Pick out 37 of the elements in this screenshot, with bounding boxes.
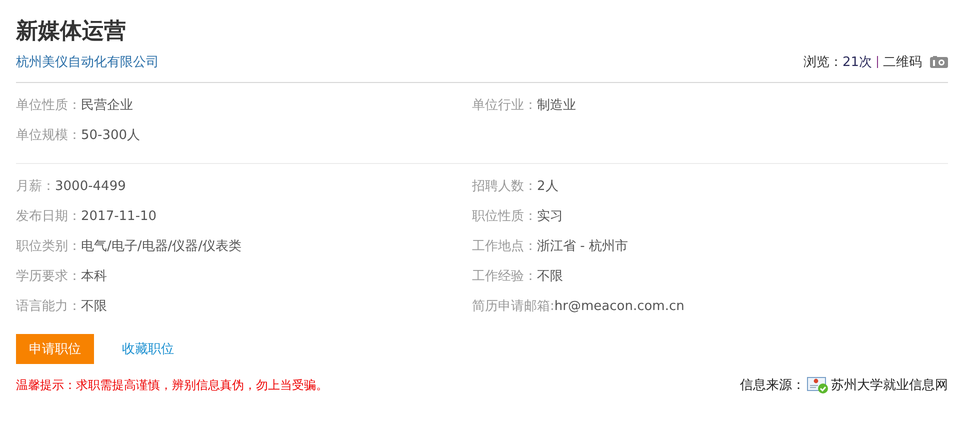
field-label: 单位规模： <box>16 128 81 143</box>
source-name: 苏州大学就业信息网 <box>831 377 948 394</box>
field-value: hr@meacon.com.cn <box>554 299 684 314</box>
field-value: 实习 <box>537 209 563 224</box>
field-label: 单位行业： <box>472 98 537 113</box>
field-label: 职位类别： <box>16 239 81 254</box>
field-label: 月薪： <box>16 179 55 194</box>
views-count: 21次 <box>842 54 872 71</box>
field-value: 不限 <box>81 299 107 314</box>
field-value: 本科 <box>81 269 107 284</box>
field-value: 2017-11-10 <box>81 209 157 224</box>
field-value: 50-300人 <box>81 128 140 143</box>
field-label: 简历申请邮箱: <box>472 299 554 314</box>
field-label: 语言能力： <box>16 299 81 314</box>
field-label: 学历要求： <box>16 269 81 284</box>
save-job-link[interactable]: 收藏职位 <box>122 340 174 358</box>
qr-code-link[interactable]: 二维码 <box>883 53 922 71</box>
field-label: 单位性质： <box>16 98 81 113</box>
field-value: 民营企业 <box>81 98 133 113</box>
field-label: 职位性质： <box>472 209 537 224</box>
company-link[interactable]: 杭州美仪自动化有限公司 <box>16 53 159 71</box>
field-label: 工作地点： <box>472 239 537 254</box>
warning-tip: 温馨提示：求职需提高谨慎，辨别信息真伪，勿上当受骗。 <box>16 376 328 394</box>
camera-icon[interactable] <box>930 56 948 68</box>
field-value: 3000-4499 <box>55 179 126 194</box>
field-value: 不限 <box>537 269 563 284</box>
field-value: 电气/电子/电器/仪器/仪表类 <box>81 239 242 254</box>
views-label: 浏览： <box>803 54 842 71</box>
field-label: 工作经验： <box>472 269 537 284</box>
field-value: 浙江省 - 杭州市 <box>537 239 628 254</box>
field-value: 2人 <box>537 179 558 194</box>
certificate-icon <box>807 376 829 394</box>
field-label: 招聘人数： <box>472 179 537 194</box>
source-label: 信息来源： <box>740 377 805 394</box>
job-title: 新媒体运营 <box>16 18 127 46</box>
field-value: 制造业 <box>537 98 576 113</box>
field-label: 发布日期： <box>16 209 81 224</box>
